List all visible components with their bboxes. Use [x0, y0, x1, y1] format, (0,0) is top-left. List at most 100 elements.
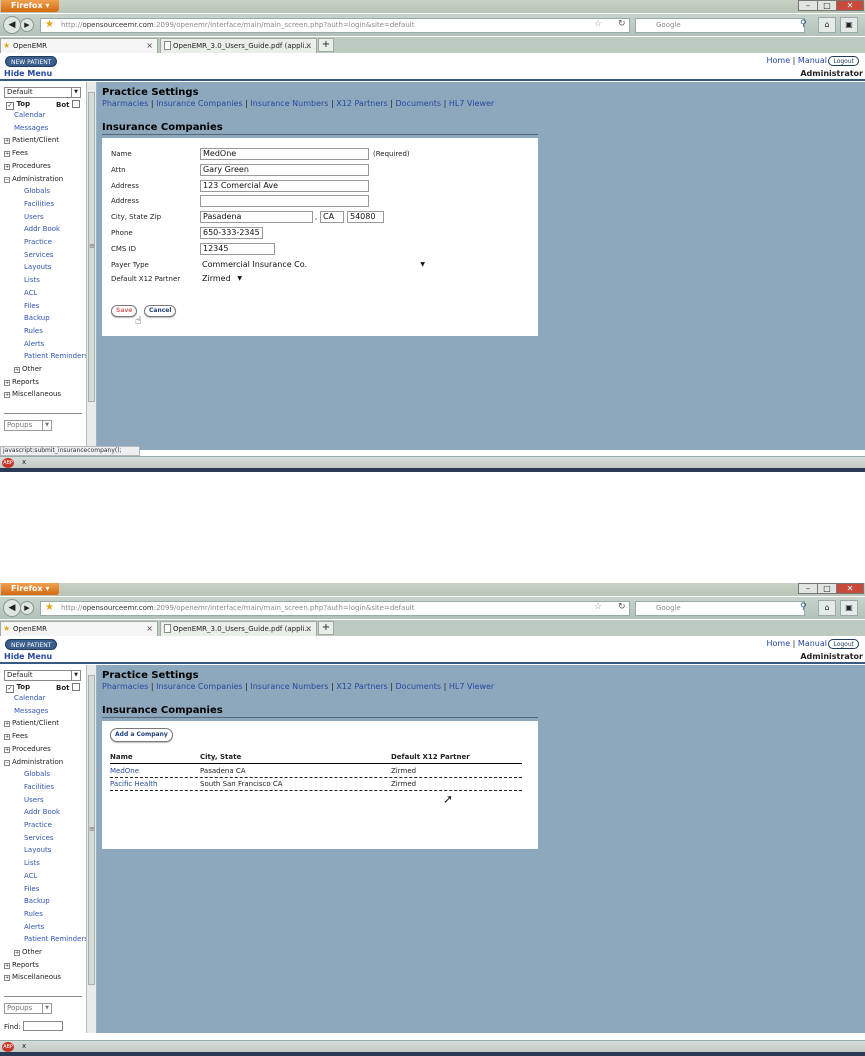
checkbox-icon[interactable]	[71, 683, 80, 691]
logout-button[interactable]: Logout	[828, 639, 859, 649]
name-field[interactable]: MedOne	[200, 148, 369, 160]
url-bar[interactable]: http://opensourceemr.com:2099/openemr/in…	[40, 18, 630, 33]
sidebar-item-messages[interactable]: Messages	[14, 707, 48, 715]
expand-icon[interactable]: +	[4, 721, 10, 728]
expand-icon[interactable]: +	[14, 950, 20, 956]
sidebar-item-fees[interactable]: + Fees	[4, 149, 28, 158]
attn-field[interactable]: Gary Green	[200, 164, 369, 176]
checkbox-checked-icon[interactable]: ✓	[6, 685, 14, 693]
forward-icon[interactable]: ▶	[20, 601, 34, 615]
sidebar-item-lists[interactable]: Lists	[24, 859, 40, 867]
sidebar-item-patient-reminders[interactable]: Patient Reminders	[24, 352, 88, 360]
sidebar-item-procedures[interactable]: + Procedures	[4, 162, 51, 170]
sidebar-item-miscellaneous[interactable]: + Miscellaneous	[4, 973, 61, 982]
sidebar-item-reports[interactable]: + Reports	[4, 961, 39, 969]
bookmark-page-icon[interactable]: ☆	[594, 602, 602, 612]
sidebar-item-globals[interactable]: Globals	[24, 770, 50, 778]
sidebar-item-users[interactable]: Users	[24, 213, 44, 221]
new-tab-button[interactable]: +	[318, 38, 334, 52]
facility-select[interactable]: Default ▼	[4, 670, 81, 681]
subnav-link-insurance-numbers[interactable]: Insurance Numbers	[250, 682, 328, 691]
subnav-link-insurance-numbers[interactable]: Insurance Numbers	[250, 99, 328, 108]
subnav-link-documents[interactable]: Documents	[395, 682, 441, 691]
checkbox-icon[interactable]	[71, 100, 80, 108]
close-tab-icon[interactable]: ×	[305, 41, 312, 50]
subnav-link-x12-partners[interactable]: X12 Partners	[336, 99, 387, 108]
facility-select[interactable]: Default ▼	[4, 87, 81, 98]
sidebar-item-services[interactable]: Services	[24, 834, 54, 842]
close-tab-icon[interactable]: ×	[146, 41, 153, 50]
sidebar-item-layouts[interactable]: Layouts	[24, 263, 51, 271]
expand-icon[interactable]: +	[4, 151, 10, 158]
sidebar-item-miscellaneous[interactable]: + Miscellaneous	[4, 390, 61, 399]
close-tab-icon[interactable]: ×	[305, 624, 312, 633]
hide-menu-link[interactable]: Hide Menu	[4, 69, 52, 78]
city-field[interactable]: Pasadena	[200, 211, 313, 223]
sidebar-item-backup[interactable]: Backup	[24, 897, 50, 905]
expand-icon[interactable]: +	[4, 962, 10, 969]
firefox-menu-button[interactable]: Firefox ▾	[1, 583, 59, 595]
sidebar-item-services[interactable]: Services	[24, 251, 54, 259]
zip-field[interactable]: 54080	[347, 211, 384, 223]
payer-type-select[interactable]: Commercial Insurance Co. ▼	[200, 259, 427, 271]
new-tab-button[interactable]: +	[318, 621, 334, 635]
popups-select[interactable]: Popups ▼	[4, 1003, 52, 1014]
manual-link[interactable]: Manual	[798, 56, 827, 65]
subnav-link-hl7-viewer[interactable]: HL7 Viewer	[449, 99, 494, 108]
sidebar-item-files[interactable]: Files	[24, 885, 39, 893]
search-go-icon[interactable]: ⚲	[800, 602, 807, 612]
sidebar-item-administration[interactable]: − Administration	[4, 175, 63, 183]
subnav-link-x12-partners[interactable]: X12 Partners	[336, 682, 387, 691]
bookmark-star-icon[interactable]: ★	[45, 602, 54, 613]
find-input[interactable]	[22, 1021, 63, 1031]
search-input[interactable]: Google	[635, 601, 805, 616]
sidebar-item-facilities[interactable]: Facilities	[24, 200, 54, 208]
save-button[interactable]: Save	[111, 305, 138, 317]
sidebar-item-patient-client[interactable]: + Patient/Client	[4, 136, 59, 145]
add-company-button[interactable]: Add a Company	[110, 728, 173, 742]
top-checkbox-row[interactable]: ✓ Top	[6, 100, 30, 110]
logout-button[interactable]: Logout	[828, 56, 859, 66]
sidebar-item-users[interactable]: Users	[24, 796, 44, 804]
state-field[interactable]: CA	[320, 211, 344, 223]
tab-users-guide[interactable]: OpenEMR_3.0_Users_Guide.pdf (appli... ×	[160, 38, 317, 53]
nav-scrollbar[interactable]: ≡	[86, 82, 96, 450]
home-icon[interactable]: ⌂	[818, 17, 836, 33]
reload-icon[interactable]: ↻	[618, 19, 626, 29]
expand-icon[interactable]: +	[4, 138, 10, 145]
home-icon[interactable]: ⌂	[818, 600, 836, 616]
addon-icon[interactable]: ABP	[2, 1042, 14, 1052]
address2-field[interactable]	[200, 195, 369, 207]
maximize-button[interactable]: □	[817, 0, 837, 11]
expand-icon[interactable]: +	[4, 734, 10, 741]
subnav-link-insurance-companies[interactable]: Insurance Companies	[156, 682, 242, 691]
sidebar-item-globals[interactable]: Globals	[24, 187, 50, 195]
subnav-link-pharmacies[interactable]: Pharmacies	[102, 682, 148, 691]
tab-openemr[interactable]: ★ OpenEMR ×	[0, 621, 158, 636]
cms-id-field[interactable]: 12345	[200, 243, 275, 255]
new-patient-button[interactable]: NEW PATIENT	[5, 56, 58, 67]
close-window-button[interactable]: ✕	[836, 583, 864, 594]
company-link-pacific-health[interactable]: Pacific Health	[110, 780, 157, 788]
expand-icon[interactable]: +	[4, 975, 10, 982]
manual-link[interactable]: Manual	[798, 639, 827, 648]
sidebar-item-patient-reminders[interactable]: Patient Reminders	[24, 935, 88, 943]
minimize-button[interactable]: –	[798, 0, 818, 11]
sidebar-item-procedures[interactable]: + Procedures	[4, 745, 51, 753]
x12-partner-select[interactable]: Zirmed ▼	[200, 273, 244, 285]
forward-icon[interactable]: ▶	[20, 18, 34, 32]
collapse-icon[interactable]: −	[4, 759, 10, 766]
top-checkbox-row[interactable]: ✓ Top	[6, 683, 30, 693]
search-input[interactable]: Google	[635, 18, 805, 33]
expand-icon[interactable]: +	[4, 392, 10, 399]
home-link[interactable]: Home	[767, 56, 791, 65]
subnav-link-insurance-companies[interactable]: Insurance Companies	[156, 99, 242, 108]
url-bar[interactable]: http://opensourceemr.com:2099/openemr/in…	[40, 601, 630, 616]
sidebar-item-calendar[interactable]: Calendar	[14, 694, 45, 702]
hide-menu-link[interactable]: Hide Menu	[4, 652, 52, 661]
sidebar-item-practice[interactable]: Practice	[24, 821, 52, 829]
sidebar-item-fees[interactable]: + Fees	[4, 732, 28, 741]
close-addon-bar-icon[interactable]: x	[22, 1042, 26, 1050]
sidebar-item-addr-book[interactable]: Addr Book	[24, 225, 60, 233]
expand-icon[interactable]: +	[14, 367, 20, 373]
